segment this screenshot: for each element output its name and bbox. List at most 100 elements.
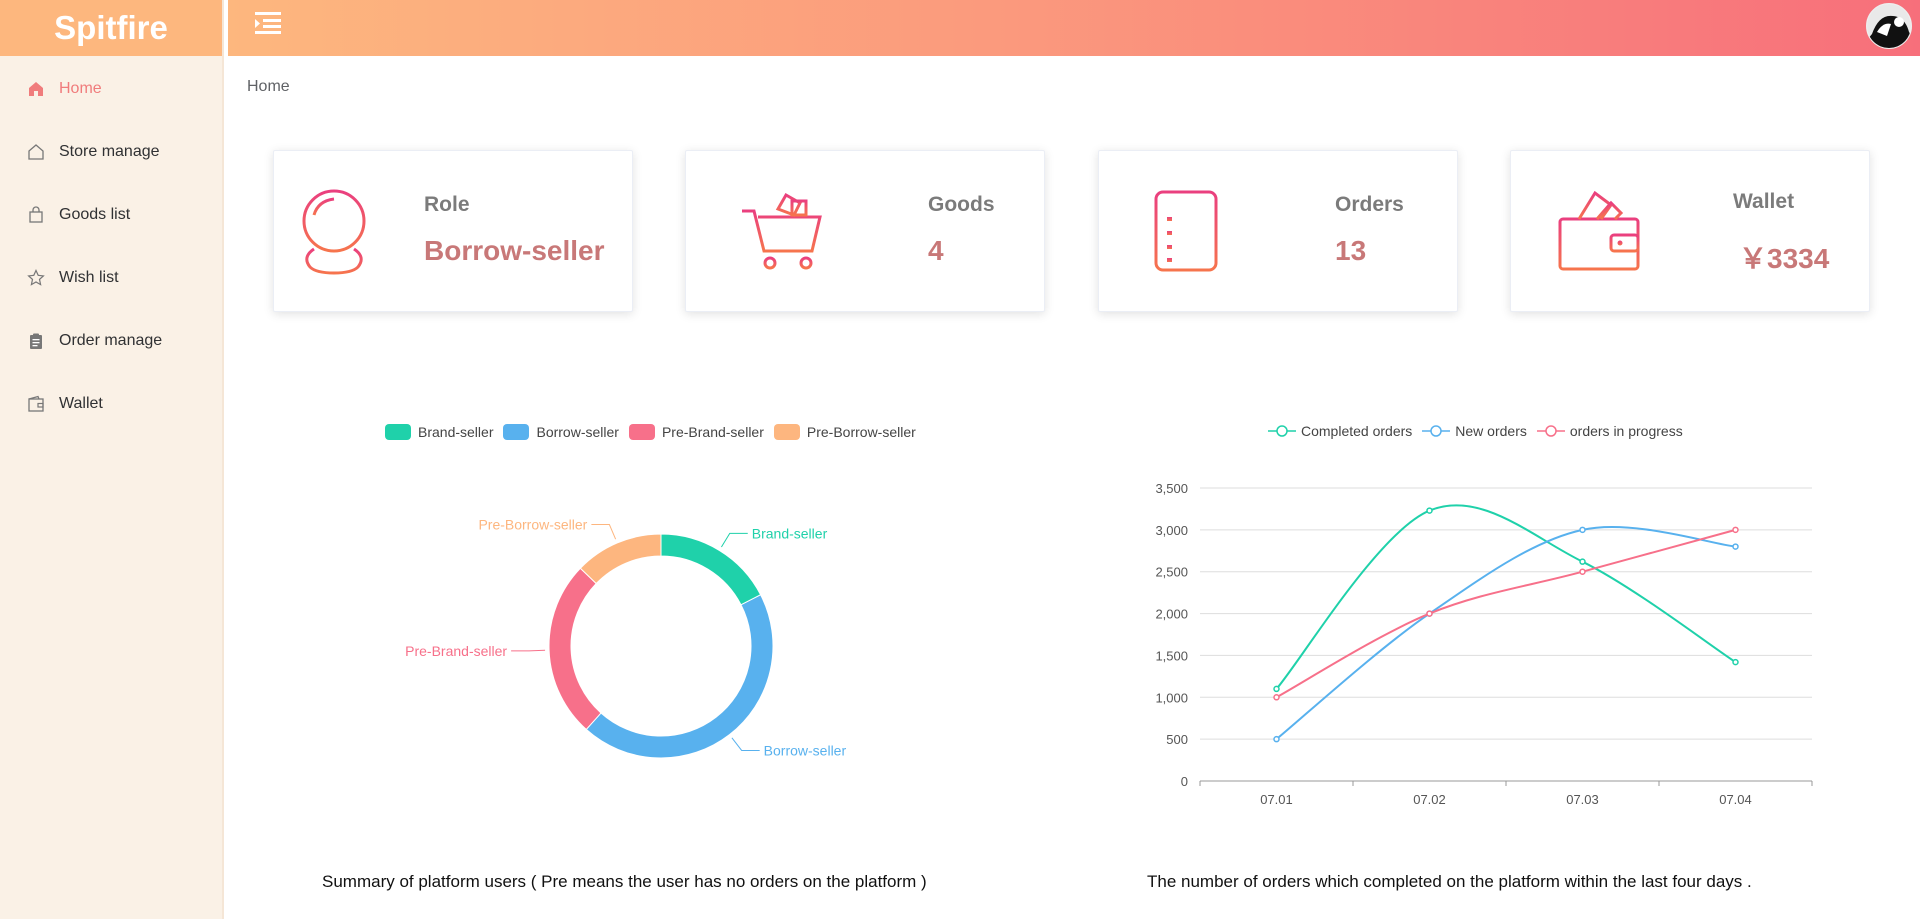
card-value: 13 <box>1335 235 1367 266</box>
data-point-completed-orders[interactable] <box>1732 658 1739 666</box>
card-value: 4 <box>928 235 944 266</box>
legend-swatch <box>773 424 800 440</box>
donut-chart: Brand-seller Borrow-seller Pre-Brand-selle… <box>405 517 847 759</box>
app-logo: Spitfire <box>0 0 222 56</box>
y-tick-label: 3,000 <box>1155 523 1188 538</box>
pie-slice-pre-borrow-seller[interactable] <box>579 533 662 585</box>
data-point-new-orders[interactable] <box>1273 735 1280 743</box>
goods-card: Goods 4 <box>685 150 1045 312</box>
wallet-card: Wallet ￥3334 <box>1510 150 1870 312</box>
legend-swatch <box>503 424 530 440</box>
legend-label: New orders <box>1455 423 1527 439</box>
sidebar-item-label: Order manage <box>59 332 163 349</box>
sidebar-item-wallet[interactable]: Wallet <box>0 382 222 426</box>
store-icon <box>25 141 47 163</box>
data-point-new-orders[interactable] <box>1579 526 1586 534</box>
legend-label: orders in progress <box>1569 423 1683 439</box>
data-point-completed-orders[interactable] <box>1426 507 1433 514</box>
sidebar-item-label: Home <box>59 80 102 97</box>
breadcrumb[interactable]: Home <box>247 78 290 96</box>
wallet-icon <box>25 393 47 415</box>
legend-line-marker <box>1268 425 1296 437</box>
sidebar-item-order-manage[interactable]: Order manage <box>0 319 222 363</box>
home-icon <box>25 78 47 100</box>
user-outline-icon <box>300 189 370 280</box>
pie-label-line <box>511 649 546 652</box>
card-title: Wallet <box>1733 190 1795 213</box>
data-point-orders-in-progress[interactable] <box>1273 694 1280 701</box>
data-point-orders-in-progress[interactable] <box>1579 568 1586 575</box>
wallet-icon <box>1557 189 1641 278</box>
legend-line-marker <box>1422 425 1451 437</box>
orders-card: Orders 13 <box>1098 150 1458 312</box>
pie-label-line <box>731 737 760 751</box>
top-header <box>228 0 1920 56</box>
y-tick-label: 2,500 <box>1155 565 1188 580</box>
legend-label: Brand-seller <box>418 424 494 440</box>
sidebar-item-label: Store manage <box>59 143 160 160</box>
data-point-completed-orders[interactable] <box>1579 558 1586 565</box>
card-title: Role <box>424 193 470 216</box>
pie-slice-label: Brand-seller <box>752 525 828 541</box>
card-title: Orders <box>1335 193 1404 216</box>
pie-slice-label: Pre-Brand-seller <box>405 643 507 659</box>
legend-label: Pre-Brand-seller <box>661 424 764 440</box>
pie-slice-label: Pre-Borrow-seller <box>478 517 587 533</box>
card-value: ￥3334 <box>1739 243 1830 274</box>
pie-label-line <box>721 532 748 548</box>
user-avatar-icon[interactable] <box>1866 3 1912 49</box>
y-tick-label: 500 <box>1166 732 1188 747</box>
x-tick-label: 07.04 <box>1719 792 1752 807</box>
y-tick-label: 1,000 <box>1155 690 1188 705</box>
sidebar-item-label: Goods list <box>59 206 131 223</box>
sidebar-item-label: Wish list <box>59 269 119 286</box>
legend-label: Completed orders <box>1301 423 1413 439</box>
pie-chart-caption: Summary of platform users ( Pre means th… <box>322 872 927 891</box>
line-chart: 0 500 1,000 1,500 2,000 2,500 3,000 3,500 07.01 0… <box>1155 481 1813 807</box>
legend-label: Pre-Borrow-seller <box>806 424 916 440</box>
pie-slice-borrow-seller[interactable] <box>585 594 774 759</box>
y-tick-label: 2,000 <box>1155 607 1188 622</box>
legend-swatch <box>385 424 411 440</box>
pie-legend: Brand-seller Borrow-seller Pre-Brand-sel… <box>385 424 926 440</box>
shopping-bag-icon <box>25 204 47 226</box>
data-point-completed-orders[interactable] <box>1273 685 1280 693</box>
sidebar: Spitfire Home Store manage Goods list Wi… <box>0 0 224 919</box>
y-tick-label: 1,500 <box>1155 648 1188 663</box>
line-chart-caption: The number of orders which completed on … <box>1147 872 1752 891</box>
sidebar-item-wish-list[interactable]: Wish list <box>0 256 222 300</box>
y-tick-label: 3,500 <box>1155 481 1188 496</box>
legend-item-brand-seller[interactable]: Brand-seller <box>385 424 493 440</box>
pie-slice-brand-seller[interactable] <box>660 533 762 606</box>
x-tick-label: 07.03 <box>1566 792 1599 807</box>
sidebar-item-home[interactable]: Home <box>0 67 222 111</box>
sidebar-item-goods-list[interactable]: Goods list <box>0 193 222 237</box>
clipboard-icon <box>25 330 47 352</box>
role-card: Role Borrow-seller <box>273 150 633 312</box>
sidebar-item-label: Wallet <box>59 395 103 412</box>
shopping-cart-icon <box>740 189 824 278</box>
star-icon <box>25 267 47 289</box>
legend-item-borrow-seller[interactable]: Borrow-seller <box>503 424 619 440</box>
y-tick-label: 0 <box>1181 774 1188 789</box>
pie-label-line <box>591 524 617 540</box>
legend-swatch <box>628 424 655 440</box>
legend-item-new-orders[interactable]: New orders <box>1422 423 1527 439</box>
pie-slice-label: Borrow-seller <box>764 742 847 758</box>
legend-item-pre-brand-seller[interactable]: Pre-Brand-seller <box>628 424 764 440</box>
x-tick-label: 07.01 <box>1260 792 1293 807</box>
sidebar-item-store-manage[interactable]: Store manage <box>0 130 222 174</box>
x-tick-label: 07.02 <box>1413 792 1446 807</box>
series-line-new-orders[interactable] <box>1275 526 1736 740</box>
data-point-new-orders[interactable] <box>1732 543 1739 550</box>
legend-line-marker <box>1536 425 1565 437</box>
legend-item-completed-orders[interactable]: Completed orders <box>1268 423 1412 439</box>
hamburger-icon[interactable] <box>254 10 284 36</box>
legend-item-pre-borrow-seller[interactable]: Pre-Borrow-seller <box>773 424 916 440</box>
data-point-orders-in-progress[interactable] <box>1426 610 1433 617</box>
order-list-icon <box>1153 189 1219 278</box>
legend-item-orders-in-progress[interactable]: orders in progress <box>1536 423 1683 439</box>
pie-slice-pre-brand-seller[interactable] <box>548 567 602 731</box>
data-point-orders-in-progress[interactable] <box>1732 526 1739 534</box>
legend-label: Borrow-seller <box>536 424 619 440</box>
